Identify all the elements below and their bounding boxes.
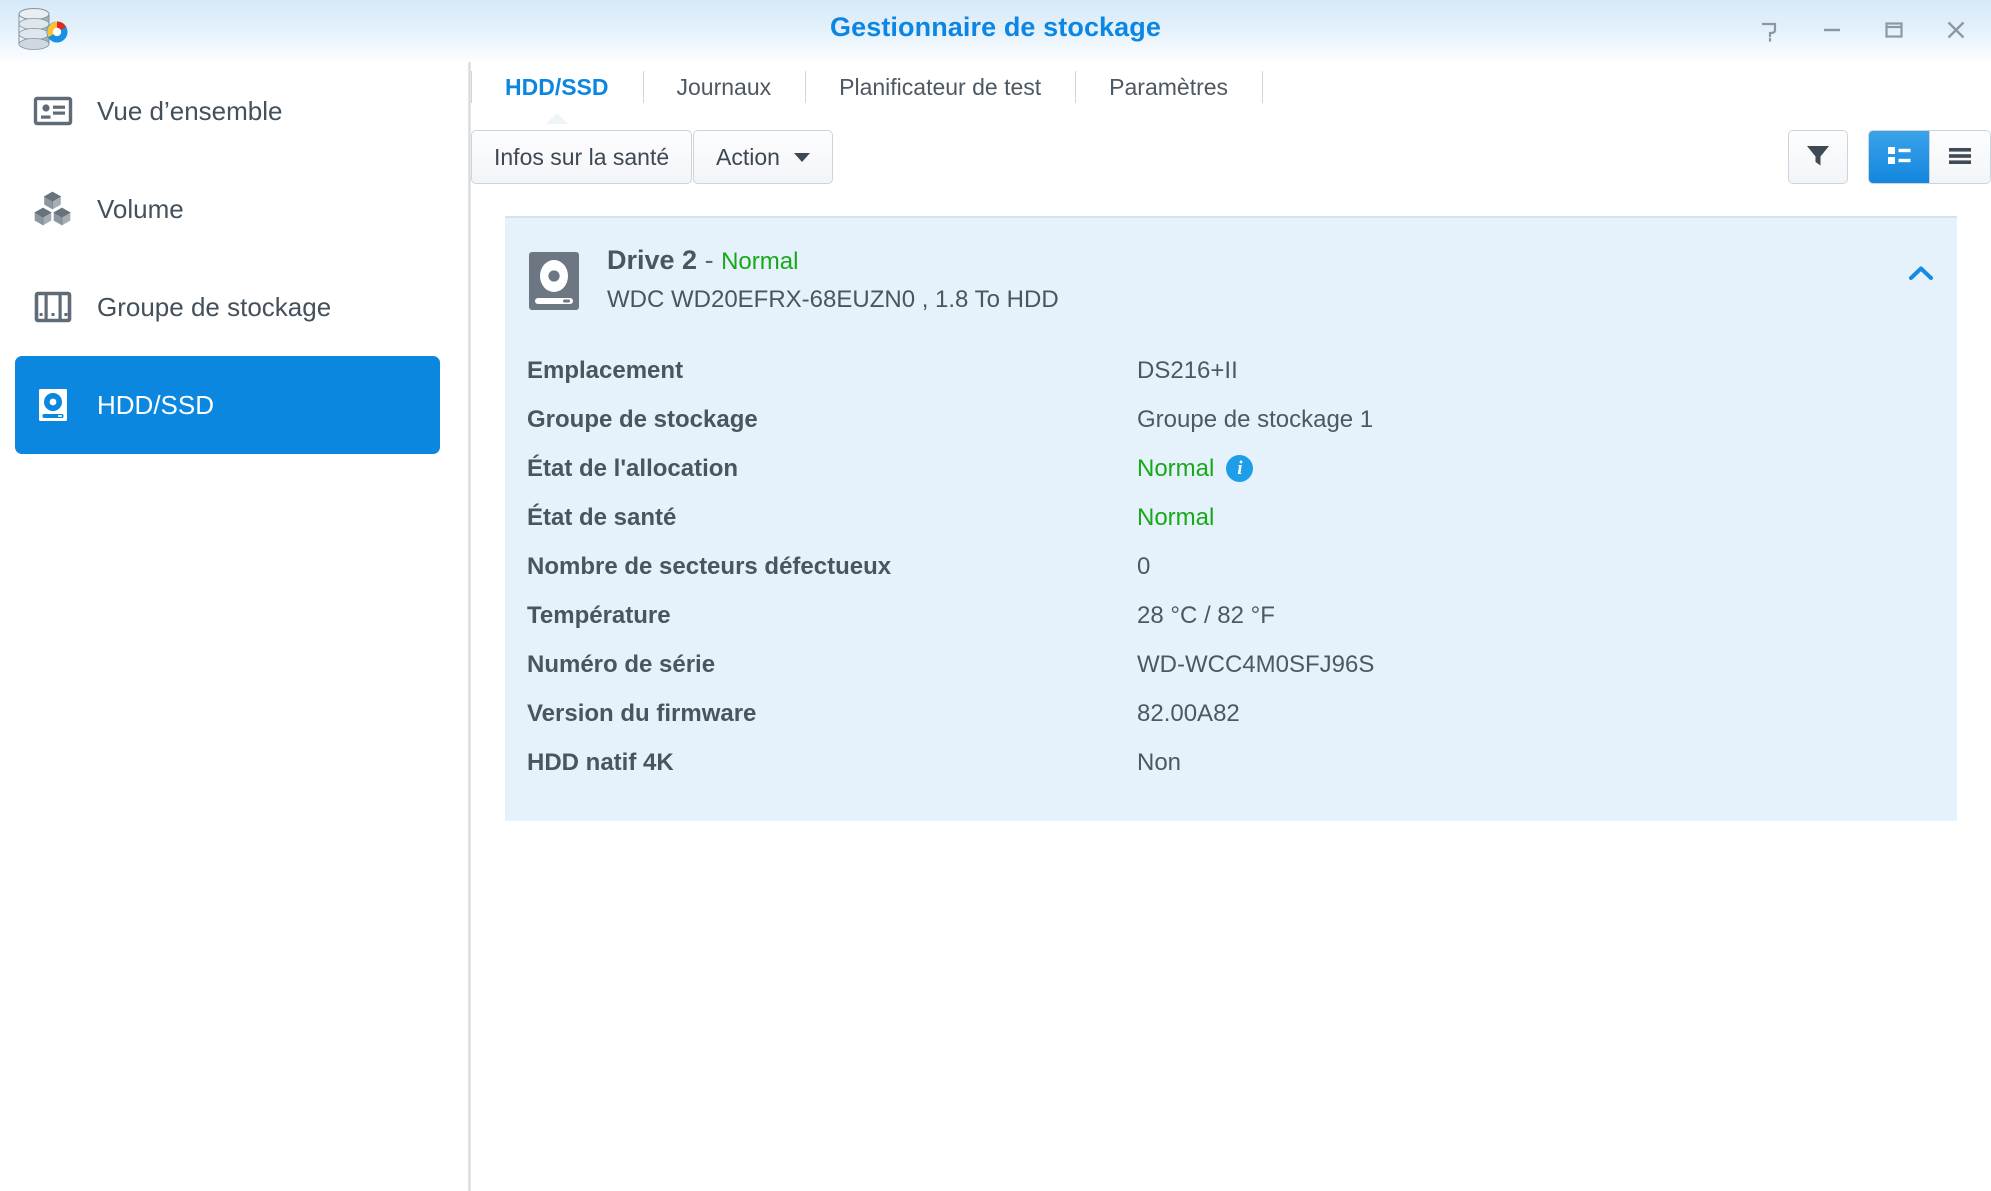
close-button[interactable] — [1939, 13, 1973, 47]
detail-value-text: Normal — [1137, 454, 1215, 482]
filter-button[interactable] — [1788, 130, 1848, 184]
tab-hdd-ssd[interactable]: HDD/SSD — [471, 62, 643, 124]
drive-title: Drive 2 - Normal — [607, 246, 1059, 274]
sidebar-item-label: Groupe de stockage — [97, 291, 332, 322]
storage-pool-icon — [31, 285, 75, 329]
detail-row: Version du firmware 82.00A82 — [527, 689, 1957, 738]
tab-bar: HDD/SSD Journaux Planificateur de test P… — [471, 62, 1991, 124]
sidebar-item-label: HDD/SSD — [97, 389, 215, 420]
drive-title-separator: - — [704, 245, 714, 275]
detail-value: 28 °C / 82 °F — [1137, 602, 1275, 630]
drive-model: WDC WD20EFRX-68EUZN0 , 1.8 To HDD — [607, 286, 1059, 314]
filter-funnel-icon — [1803, 140, 1833, 175]
window-title: Gestionnaire de stockage — [829, 12, 1161, 42]
hard-drive-icon — [527, 250, 581, 312]
chevron-down-icon — [793, 152, 810, 162]
detail-value-text: 82.00A82 — [1137, 699, 1240, 727]
view-mode-toggle-group — [1868, 130, 1991, 184]
detail-value-text: WD-WCC4M0SFJ96S — [1137, 650, 1375, 678]
sidebar-item-storage-pool[interactable]: Groupe de stockage — [15, 258, 440, 356]
drive-header-text: Drive 2 - Normal WDC WD20EFRX-68EUZN0 , … — [607, 246, 1059, 314]
maximize-button[interactable] — [1877, 13, 1911, 47]
tab-label: HDD/SSD — [505, 73, 609, 100]
detail-row: État de santé Normal — [527, 493, 1957, 542]
overview-card-icon — [31, 89, 75, 133]
sidebar: Vue d’ensemble Volume Groupe de stockage… — [0, 62, 468, 1191]
detail-row: HDD natif 4K Non — [527, 738, 1957, 787]
window-controls — [1753, 8, 1973, 52]
detail-label: Température — [527, 601, 671, 629]
drive-detail-panel: Drive 2 - Normal WDC WD20EFRX-68EUZN0 , … — [505, 216, 1957, 821]
detail-value: DS216+II — [1137, 357, 1238, 385]
detail-value-text: 0 — [1137, 552, 1151, 580]
detail-label: Numéro de série — [527, 650, 716, 678]
detail-value: WD-WCC4M0SFJ96S — [1137, 651, 1374, 679]
tab-parametres[interactable]: Paramètres — [1075, 62, 1262, 112]
detail-value: Normal i — [1137, 454, 1254, 483]
detail-value-text: 28 °C / 82 °F — [1137, 601, 1275, 629]
tab-label: Paramètres — [1109, 73, 1229, 100]
detail-value-text: Normal — [1137, 503, 1215, 531]
action-label: Action — [716, 143, 780, 170]
action-button[interactable]: Action — [693, 130, 833, 184]
detail-value: 0 — [1137, 553, 1150, 581]
detail-value: Normal — [1137, 504, 1214, 532]
content-area: HDD/SSD Journaux Planificateur de test P… — [471, 62, 1991, 1191]
detail-row: Groupe de stockage Groupe de stockage 1 — [527, 395, 1957, 444]
detail-value: Non — [1137, 749, 1181, 777]
health-info-label: Infos sur la santé — [494, 143, 670, 170]
drive-detail-list: Emplacement DS216+II Groupe de stockage … — [505, 346, 1957, 787]
detail-label: HDD natif 4K — [527, 748, 674, 776]
drive-header[interactable]: Drive 2 - Normal WDC WD20EFRX-68EUZN0 , … — [505, 238, 1957, 320]
detail-view-icon — [1884, 140, 1914, 175]
toolbar: Infos sur la santé Action — [471, 130, 1991, 186]
detail-label: État de l'allocation — [527, 454, 739, 482]
tab-end-separator — [1262, 62, 1264, 112]
help-button[interactable] — [1753, 13, 1787, 47]
volume-cubes-icon — [31, 187, 75, 231]
detail-row: Température 28 °C / 82 °F — [527, 591, 1957, 640]
hard-drive-icon — [31, 383, 75, 427]
detail-label: Nombre de secteurs défectueux — [527, 552, 892, 580]
chevron-up-icon[interactable] — [1901, 254, 1941, 294]
detail-label: Groupe de stockage — [527, 405, 758, 433]
detail-row: Emplacement DS216+II — [527, 346, 1957, 395]
sidebar-item-overview[interactable]: Vue d’ensemble — [15, 62, 440, 160]
detail-label: État de santé — [527, 503, 677, 531]
detail-row: État de l'allocation Normal i — [527, 444, 1957, 493]
detail-value: Groupe de stockage 1 — [1137, 406, 1373, 434]
detail-row: Nombre de secteurs défectueux 0 — [527, 542, 1957, 591]
tab-label: Planificateur de test — [839, 73, 1042, 100]
drive-status-text: Normal — [721, 248, 799, 275]
tab-label: Journaux — [676, 73, 772, 100]
detail-label: Emplacement — [527, 356, 684, 384]
list-view-icon — [1945, 140, 1975, 175]
storage-manager-window: Gestionnaire de stockage Vue d’ensemble … — [0, 0, 1991, 1191]
detail-value-text: Non — [1137, 748, 1182, 776]
minimize-button[interactable] — [1815, 13, 1849, 47]
tab-journaux[interactable]: Journaux — [642, 62, 806, 112]
sidebar-nav-list: Vue d’ensemble Volume Groupe de stockage… — [0, 62, 468, 454]
detail-value-text: DS216+II — [1137, 356, 1238, 384]
info-icon[interactable]: i — [1226, 455, 1254, 482]
sidebar-item-volume[interactable]: Volume — [15, 160, 440, 258]
sidebar-item-label: Volume — [97, 193, 184, 224]
detail-row: Numéro de série WD-WCC4M0SFJ96S — [527, 640, 1957, 689]
sidebar-item-hdd-ssd[interactable]: HDD/SSD — [15, 356, 440, 454]
detail-value-text: Groupe de stockage 1 — [1137, 405, 1374, 433]
active-tab-caret-icon — [545, 113, 568, 124]
health-info-button[interactable]: Infos sur la santé — [471, 130, 693, 184]
title-bar: Gestionnaire de stockage — [0, 0, 1991, 62]
tab-planificateur-de-test[interactable]: Planificateur de test — [805, 62, 1075, 112]
detail-view-button[interactable] — [1869, 131, 1929, 183]
detail-label: Version du firmware — [527, 699, 757, 727]
drive-name: Drive 2 — [607, 245, 698, 275]
detail-value: 82.00A82 — [1137, 700, 1240, 728]
sidebar-item-label: Vue d’ensemble — [97, 95, 283, 126]
list-view-button[interactable] — [1929, 131, 1990, 183]
